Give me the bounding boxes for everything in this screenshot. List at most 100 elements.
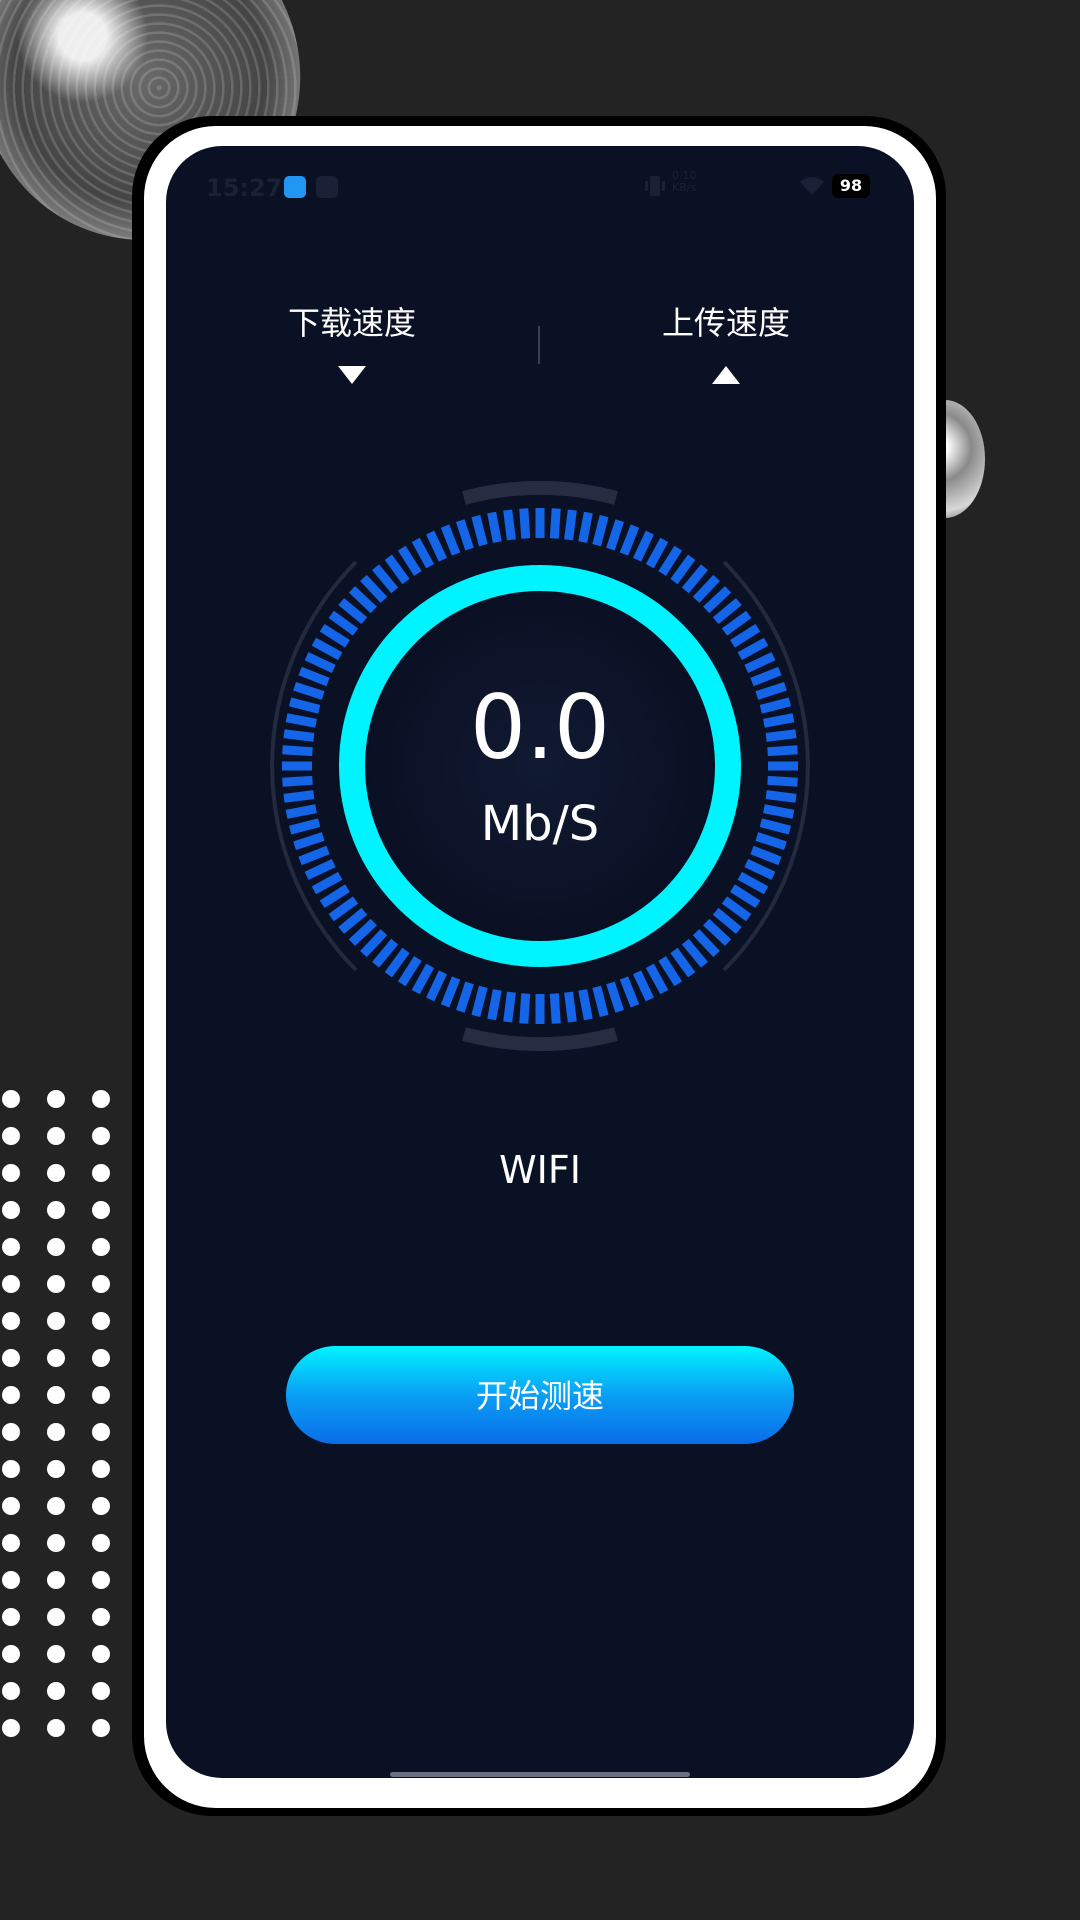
gauge-tick: [645, 963, 669, 995]
gauge-tick: [426, 970, 447, 1002]
decorative-dot: [47, 1164, 65, 1182]
gauge-tick: [692, 574, 720, 603]
gauge-tick: [319, 884, 350, 909]
decorative-dot: [47, 1460, 65, 1478]
home-indicator[interactable]: [390, 1772, 690, 1777]
decorative-dot: [2, 1571, 20, 1589]
decorative-dot: [47, 1386, 65, 1404]
gauge-tick: [411, 963, 435, 995]
gauge-tick: [744, 652, 776, 673]
decorative-dot: [2, 1534, 20, 1552]
gauge-tick: [712, 598, 742, 625]
gauge-tick: [503, 991, 516, 1023]
decorative-dot: [2, 1201, 20, 1219]
gauge-tick: [304, 859, 336, 880]
gauge-tick: [319, 623, 350, 648]
gauge-tick: [503, 509, 516, 541]
gauge-top-arc: [462, 480, 618, 505]
gauge-tick: [487, 511, 502, 543]
gauge-tick: [455, 519, 474, 551]
gauge-tick: [328, 896, 359, 922]
decorative-dot: [92, 1460, 110, 1478]
gauge-tick: [681, 564, 708, 594]
tab-download-speed[interactable]: 下载速度: [262, 298, 442, 384]
decorative-dot: [92, 1127, 110, 1145]
gauge-tick: [712, 907, 742, 934]
gauge-tick: [311, 637, 343, 661]
decorative-dot: [2, 1127, 20, 1145]
gauge-tick: [606, 519, 625, 551]
tab-upload-label: 上传速度: [661, 304, 790, 342]
decorative-dot: [2, 1349, 20, 1367]
gauge-tick: [703, 918, 732, 946]
decorative-dot: [92, 1238, 110, 1256]
decorative-dot: [2, 1497, 20, 1515]
gauge-tick: [692, 929, 720, 958]
speed-value: 0.0: [470, 676, 610, 779]
gauge-tick: [471, 985, 488, 1018]
decorative-dot: [2, 1645, 20, 1663]
decorative-dot: [92, 1275, 110, 1293]
gauge-tick: [681, 938, 708, 968]
gauge-tick: [304, 652, 336, 673]
notification-app-icon: [284, 176, 306, 198]
gauge-tick: [549, 993, 561, 1024]
start-speed-test-button[interactable]: 开始测速: [286, 1346, 794, 1444]
gauge-tick: [338, 907, 368, 934]
decorative-dot: [47, 1238, 65, 1256]
gauge-tick: [397, 956, 422, 987]
gauge-tick: [311, 871, 343, 895]
decorative-dot: [2, 1386, 20, 1404]
gauge-tick: [440, 976, 461, 1008]
gauge-tick: [455, 981, 474, 1013]
decorative-dot: [47, 1497, 65, 1515]
decorative-dot: [2, 1460, 20, 1478]
decorative-dot: [92, 1349, 110, 1367]
decorative-dot: [47, 1127, 65, 1145]
gauge-tick: [348, 918, 377, 946]
gauge-tick: [564, 991, 577, 1023]
gauge-tick: [549, 508, 561, 539]
network-rate-unit: KB/s: [672, 181, 697, 194]
gauge-tick: [360, 929, 388, 958]
decorative-dot: [92, 1201, 110, 1219]
gauge-tick: [730, 884, 761, 909]
gauge-tick: [564, 509, 577, 541]
decorative-dot: [47, 1349, 65, 1367]
decorative-dot: [2, 1238, 20, 1256]
gauge-tick: [348, 586, 377, 614]
decorative-dot: [2, 1719, 20, 1737]
gauge-tick: [519, 993, 531, 1024]
gauge-tick: [737, 637, 769, 661]
decorative-dot: [47, 1312, 65, 1330]
decorative-dot: [47, 1682, 65, 1700]
decorative-dot: [2, 1608, 20, 1626]
decorative-dot: [2, 1164, 20, 1182]
gauge-tick: [658, 545, 683, 576]
tab-upload-speed[interactable]: 上传速度: [636, 298, 816, 384]
gauge-tick: [426, 530, 447, 562]
decorative-dot: [92, 1497, 110, 1515]
decorative-dot: [92, 1534, 110, 1552]
decorative-dot: [92, 1164, 110, 1182]
gauge-tick: [328, 610, 359, 636]
gauge-tick: [578, 989, 593, 1021]
battery-indicator: 98: [832, 174, 870, 198]
tab-download-label: 下载速度: [287, 304, 416, 342]
decorative-dot: [92, 1312, 110, 1330]
decorative-dot: [92, 1719, 110, 1737]
decorative-dot: [47, 1645, 65, 1663]
gauge-tick: [737, 871, 769, 895]
gauge-tick: [519, 508, 531, 539]
decorative-dot: [92, 1571, 110, 1589]
gauge-tick: [471, 514, 488, 547]
gauge-tick: [372, 938, 399, 968]
speed-unit: Mb/S: [480, 796, 600, 852]
arrow-up-icon: [712, 366, 740, 384]
gauge-tick: [658, 956, 683, 987]
gauge-bottom-arc: [462, 1027, 618, 1052]
gauge-tick: [606, 981, 625, 1013]
gauge-tick: [744, 859, 776, 880]
gauge-tick: [619, 976, 640, 1008]
gauge-tick: [411, 537, 435, 569]
